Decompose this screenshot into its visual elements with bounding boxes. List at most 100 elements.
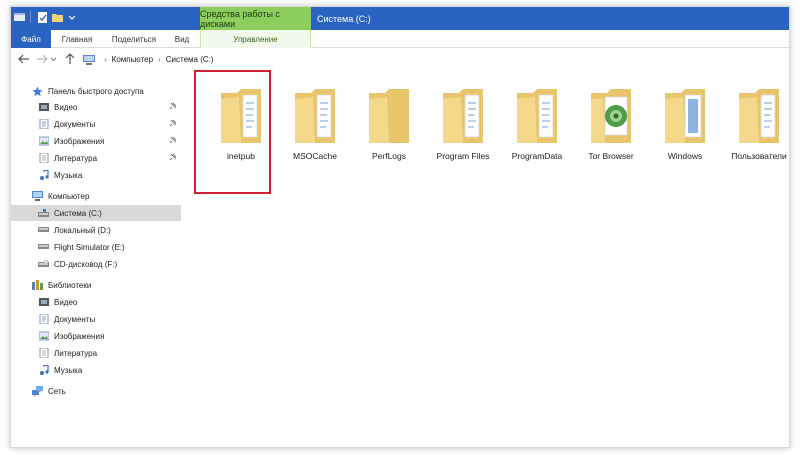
- new-folder-icon[interactable]: [51, 11, 63, 23]
- folder-tile-windows[interactable]: Windows: [654, 83, 716, 165]
- folder-tile-msocache[interactable]: MSOCache: [284, 83, 346, 165]
- nav-quick-access[interactable]: Панель быстрого доступа: [11, 83, 181, 99]
- folder-with-docs-icon: [295, 89, 335, 143]
- drive-icon: [38, 242, 49, 253]
- literature-icon: [38, 153, 49, 164]
- folder-label: Пользователи: [731, 151, 787, 161]
- window-title: Система (C:): [317, 13, 371, 24]
- nav-label: Flight Simulator (E:): [54, 242, 125, 252]
- nav-lib-literature[interactable]: Литература: [11, 345, 181, 361]
- computer-small-icon: [83, 54, 95, 65]
- nav-label: Видео: [54, 297, 78, 307]
- folder-tile-users[interactable]: Пользователи: [728, 83, 789, 165]
- network-icon: [32, 386, 43, 397]
- nav-label: Музыка: [54, 365, 83, 375]
- folder-tile-program-files[interactable]: Program Files: [432, 83, 494, 165]
- folder-with-globe-icon: [591, 89, 631, 143]
- video-icon: [38, 102, 49, 113]
- folder-with-docs-icon: [517, 89, 557, 143]
- breadcrumb-system-c[interactable]: Система (C:): [166, 55, 214, 64]
- chevron-down-icon[interactable]: [66, 11, 78, 23]
- nav-drive-system-c[interactable]: Система (C:): [11, 205, 181, 221]
- video-icon: [38, 297, 49, 308]
- address-row: › Компьютер › Система (C:): [11, 48, 789, 71]
- pin-icon[interactable]: [169, 153, 177, 161]
- folder-with-docs-icon: [443, 89, 483, 143]
- nav-label: Изображения: [54, 331, 105, 341]
- explorer-window: Средства работы с дисками Система (C:) Ф…: [10, 6, 790, 448]
- nav-label: Литература: [54, 348, 98, 358]
- nav-label: Литература: [54, 153, 98, 163]
- folder-label: Program Files: [436, 151, 490, 161]
- tab-manage[interactable]: Управление: [200, 30, 311, 48]
- pin-icon[interactable]: [169, 119, 177, 127]
- nav-lib-images[interactable]: Изображения: [11, 328, 181, 344]
- nav-drive-flight-simulator-e[interactable]: Flight Simulator (E:): [11, 239, 181, 255]
- nav-label: CD-дисковод (F:): [54, 259, 118, 269]
- nav-computer[interactable]: Компьютер: [11, 188, 181, 204]
- nav-label: Библиотеки: [48, 280, 92, 290]
- context-tab-drive-tools: Средства работы с дисками: [200, 7, 311, 30]
- ribbon-tabs: Файл Главная Поделиться Вид Управление: [11, 30, 789, 48]
- drive-icon: [38, 225, 49, 236]
- nav-label: Система (C:): [54, 208, 102, 218]
- nav-lib-documents[interactable]: Документы: [11, 311, 181, 327]
- nav-quick-documents[interactable]: Документы: [11, 116, 181, 132]
- forward-arrow-icon[interactable]: [35, 52, 49, 66]
- nav-network[interactable]: Сеть: [11, 383, 181, 399]
- nav-quick-video[interactable]: Видео: [11, 99, 181, 115]
- pin-icon[interactable]: [169, 102, 177, 110]
- recent-chevron-icon[interactable]: [49, 52, 57, 66]
- nav-libraries[interactable]: Библиотеки: [11, 277, 181, 293]
- music-icon: [38, 170, 49, 181]
- computer-icon: [32, 191, 43, 202]
- nav-label: Видео: [54, 102, 78, 112]
- quick-access-toolbar: [13, 11, 78, 23]
- navigation-pane: Панель быстрого доступа Видео Документы …: [11, 75, 181, 447]
- nav-drive-local-d[interactable]: Локальный (D:): [11, 222, 181, 238]
- nav-quick-music[interactable]: Музыка: [11, 167, 181, 183]
- nav-lib-video[interactable]: Видео: [11, 294, 181, 310]
- file-list: inetpub MSOCache PerfLogs Program Files …: [201, 75, 789, 195]
- properties-icon[interactable]: [36, 11, 48, 23]
- nav-drive-cd-f[interactable]: CD-дисковод (F:): [11, 256, 181, 272]
- window-menu-icon[interactable]: [13, 11, 25, 23]
- nav-label: Документы: [54, 314, 96, 324]
- pin-icon[interactable]: [169, 136, 177, 144]
- breadcrumb-separator: ›: [158, 55, 161, 64]
- nav-label: Документы: [54, 119, 96, 129]
- title-bar: Средства работы с дисками Система (C:): [11, 7, 789, 30]
- tab-share[interactable]: Поделиться: [101, 30, 167, 48]
- folder-tile-programdata[interactable]: ProgramData: [506, 83, 568, 165]
- up-arrow-icon[interactable]: [63, 52, 77, 66]
- nav-label: Компьютер: [48, 191, 90, 201]
- tab-view[interactable]: Вид: [169, 30, 195, 48]
- music-icon: [38, 365, 49, 376]
- folder-tile-tor-browser[interactable]: Tor Browser: [580, 83, 642, 165]
- nav-quick-images[interactable]: Изображения: [11, 133, 181, 149]
- nav-quick-literature[interactable]: Литература: [11, 150, 181, 166]
- cd-drive-icon: [38, 259, 49, 270]
- folder-with-docs-icon: [665, 89, 705, 143]
- folder-label: MSOCache: [293, 151, 337, 161]
- folder-label: PerfLogs: [371, 151, 407, 161]
- nav-label: Сеть: [48, 386, 66, 396]
- back-arrow-icon[interactable]: [17, 52, 31, 66]
- folder-label: Windows: [667, 151, 703, 161]
- literature-icon: [38, 348, 49, 359]
- folder-tile-perflogs[interactable]: PerfLogs: [358, 83, 420, 165]
- folder-label: ProgramData: [511, 151, 563, 161]
- nav-lib-music[interactable]: Музыка: [11, 362, 181, 378]
- breadcrumb-computer[interactable]: Компьютер: [112, 55, 153, 64]
- tab-file[interactable]: Файл: [11, 30, 51, 48]
- address-bar[interactable]: › Компьютер › Система (C:): [83, 51, 783, 68]
- folder-with-docs-icon: [739, 89, 779, 143]
- star-icon: [32, 86, 43, 97]
- documents-icon: [38, 314, 49, 325]
- inetpub-highlight-frame: [194, 70, 271, 194]
- nav-label: Музыка: [54, 170, 83, 180]
- breadcrumb-separator: ›: [104, 55, 107, 64]
- nav-label: Панель быстрого доступа: [48, 86, 144, 96]
- tab-home[interactable]: Главная: [55, 30, 99, 48]
- libraries-icon: [32, 280, 43, 291]
